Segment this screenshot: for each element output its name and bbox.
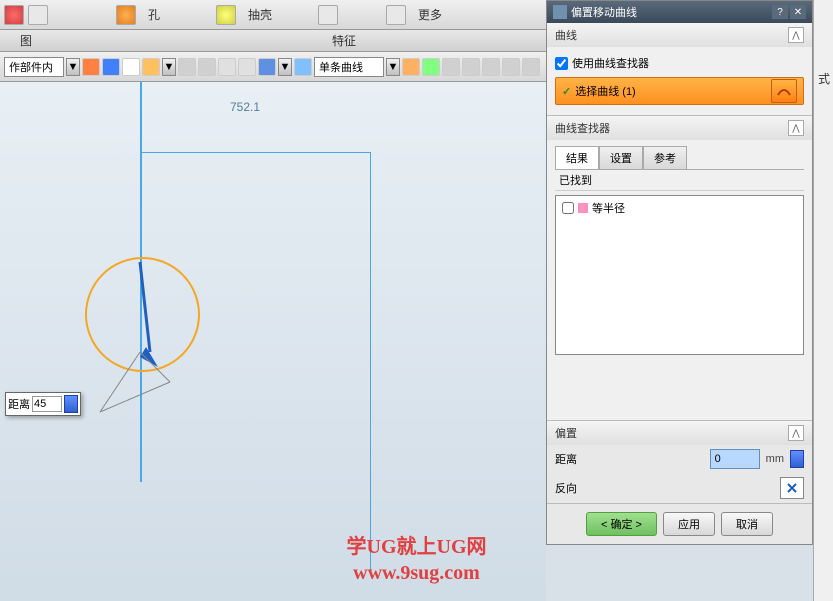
- float-spinner[interactable]: [64, 395, 78, 413]
- ok-button[interactable]: < 确定 >: [586, 512, 657, 536]
- tab-settings[interactable]: 设置: [599, 146, 643, 169]
- scope-arrow[interactable]: ▼: [66, 58, 80, 76]
- section-curve-header[interactable]: 曲线 ⋀: [547, 23, 812, 47]
- item-color-swatch: [578, 203, 588, 213]
- section-offset-title: 偏置: [555, 425, 577, 441]
- tb2-icon-4[interactable]: [142, 58, 160, 76]
- panel-titlebar[interactable]: 偏置移动曲线 ? ✕: [547, 1, 812, 23]
- tb2-icon-7[interactable]: [218, 58, 236, 76]
- distance-row: 距离 mm: [547, 445, 812, 473]
- list-item[interactable]: 等半径: [558, 198, 801, 218]
- dialog-buttons: < 确定 > 应用 取消: [547, 504, 812, 544]
- more-icon-1[interactable]: [318, 5, 338, 25]
- tb2-icon-2[interactable]: [102, 58, 120, 76]
- shell-icon[interactable]: [216, 5, 236, 25]
- distance-input[interactable]: [710, 449, 760, 469]
- section-offset: 偏置 ⋀ 距离 mm 反向: [547, 421, 812, 504]
- tb2-arrow-2[interactable]: ▼: [278, 58, 292, 76]
- hole-icon[interactable]: [116, 5, 136, 25]
- tb2-icon-6[interactable]: [198, 58, 216, 76]
- section-finder-title: 曲线查找器: [555, 120, 610, 136]
- reverse-icon: [785, 481, 799, 495]
- tb2-icon-14[interactable]: [462, 58, 480, 76]
- more-label-2: 更多: [418, 6, 442, 23]
- scope-dropdown[interactable]: 作部件内: [4, 57, 64, 77]
- scope-label: 作部件内: [9, 59, 53, 75]
- tb2-icon-8[interactable]: [238, 58, 256, 76]
- watermark-line1: 学UG就上UG网: [347, 530, 487, 559]
- tb2-arrow-1[interactable]: ▼: [162, 58, 176, 76]
- shell-label: 抽壳: [248, 6, 272, 23]
- sketch-canvas[interactable]: 752.1 距离: [0, 82, 546, 601]
- dim-line-right: [370, 152, 371, 572]
- tool-icon-2[interactable]: [28, 5, 48, 25]
- tab-left[interactable]: 图: [20, 32, 32, 49]
- section-finder-header[interactable]: 曲线查找器 ⋀: [547, 116, 812, 140]
- cancel-button[interactable]: 取消: [721, 512, 773, 536]
- tb2-icon-13[interactable]: [442, 58, 460, 76]
- finder-checkbox-row: 使用曲线查找器: [555, 53, 804, 73]
- section-offset-header[interactable]: 偏置 ⋀: [547, 421, 812, 445]
- curve-mode-arrow[interactable]: ▼: [386, 58, 400, 76]
- dim-ext-top: [140, 152, 370, 153]
- finder-tabs: 结果 设置 参考: [555, 146, 804, 170]
- reverse-label: 反向: [555, 480, 577, 496]
- offset-panel: 偏置移动曲线 ? ✕ 曲线 ⋀ 使用曲线查找器 ✓ 选择曲线 (1): [546, 0, 813, 545]
- found-label: 已找到: [555, 170, 804, 191]
- side-char-1: 式: [818, 70, 830, 87]
- tab-result[interactable]: 结果: [555, 146, 599, 169]
- result-list[interactable]: 等半径: [555, 195, 804, 355]
- item-label: 等半径: [592, 200, 625, 216]
- tb2-icon-3[interactable]: [122, 58, 140, 76]
- finder-checkbox[interactable]: [555, 57, 568, 70]
- collapse-finder[interactable]: ⋀: [788, 120, 804, 136]
- section-curve: 曲线 ⋀ 使用曲线查找器 ✓ 选择曲线 (1): [547, 23, 812, 116]
- watermark-line2: www.9sug.com: [353, 562, 480, 585]
- reverse-button[interactable]: [780, 477, 804, 499]
- curve-mode-dropdown[interactable]: 单条曲线: [314, 57, 384, 77]
- float-label: 距离: [8, 396, 30, 412]
- distance-spinner[interactable]: [790, 450, 804, 468]
- collapse-offset[interactable]: ⋀: [788, 425, 804, 441]
- dimension-1: 752.1: [230, 100, 260, 114]
- tb2-icon-10[interactable]: [294, 58, 312, 76]
- tb2-icon-15[interactable]: [482, 58, 500, 76]
- select-curve-label: 选择曲线 (1): [575, 83, 636, 99]
- panel-icon: [553, 5, 567, 19]
- curve-icon: [776, 85, 792, 97]
- hole-label: 孔: [148, 6, 160, 23]
- panel-title-text: 偏置移动曲线: [571, 4, 637, 20]
- tb2-icon-17[interactable]: [522, 58, 540, 76]
- section-finder: 曲线查找器 ⋀ 结果 设置 参考 已找到 等半径: [547, 116, 812, 421]
- tb2-icon-11[interactable]: [402, 58, 420, 76]
- more-icon-2[interactable]: [386, 5, 406, 25]
- reverse-row: 反向: [547, 473, 812, 503]
- close-button[interactable]: ✕: [790, 5, 806, 19]
- distance-label: 距离: [555, 451, 577, 467]
- tb2-icon-16[interactable]: [502, 58, 520, 76]
- collapse-curve[interactable]: ⋀: [788, 27, 804, 43]
- select-curve-icon-button[interactable]: [771, 79, 797, 103]
- distance-unit: mm: [766, 453, 784, 465]
- curve-mode-label: 单条曲线: [319, 59, 363, 75]
- help-button[interactable]: ?: [772, 5, 788, 19]
- check-icon: ✓: [562, 85, 571, 98]
- tab-center[interactable]: 特征: [332, 32, 356, 49]
- section-curve-title: 曲线: [555, 27, 577, 43]
- arrow-vectors: [80, 252, 210, 432]
- tab-reference[interactable]: 参考: [643, 146, 687, 169]
- select-curve-row[interactable]: ✓ 选择曲线 (1): [555, 77, 804, 105]
- tb2-icon-9[interactable]: [258, 58, 276, 76]
- float-distance-input[interactable]: 距离: [5, 392, 81, 416]
- float-value-field[interactable]: [32, 396, 62, 412]
- tb2-icon-5[interactable]: [178, 58, 196, 76]
- tool-icon-1[interactable]: [4, 5, 24, 25]
- right-side-strip: 式: [813, 0, 833, 601]
- tb2-icon-1[interactable]: [82, 58, 100, 76]
- item-checkbox[interactable]: [562, 202, 574, 214]
- finder-checkbox-label: 使用曲线查找器: [572, 55, 649, 71]
- apply-button[interactable]: 应用: [663, 512, 715, 536]
- tb2-icon-12[interactable]: [422, 58, 440, 76]
